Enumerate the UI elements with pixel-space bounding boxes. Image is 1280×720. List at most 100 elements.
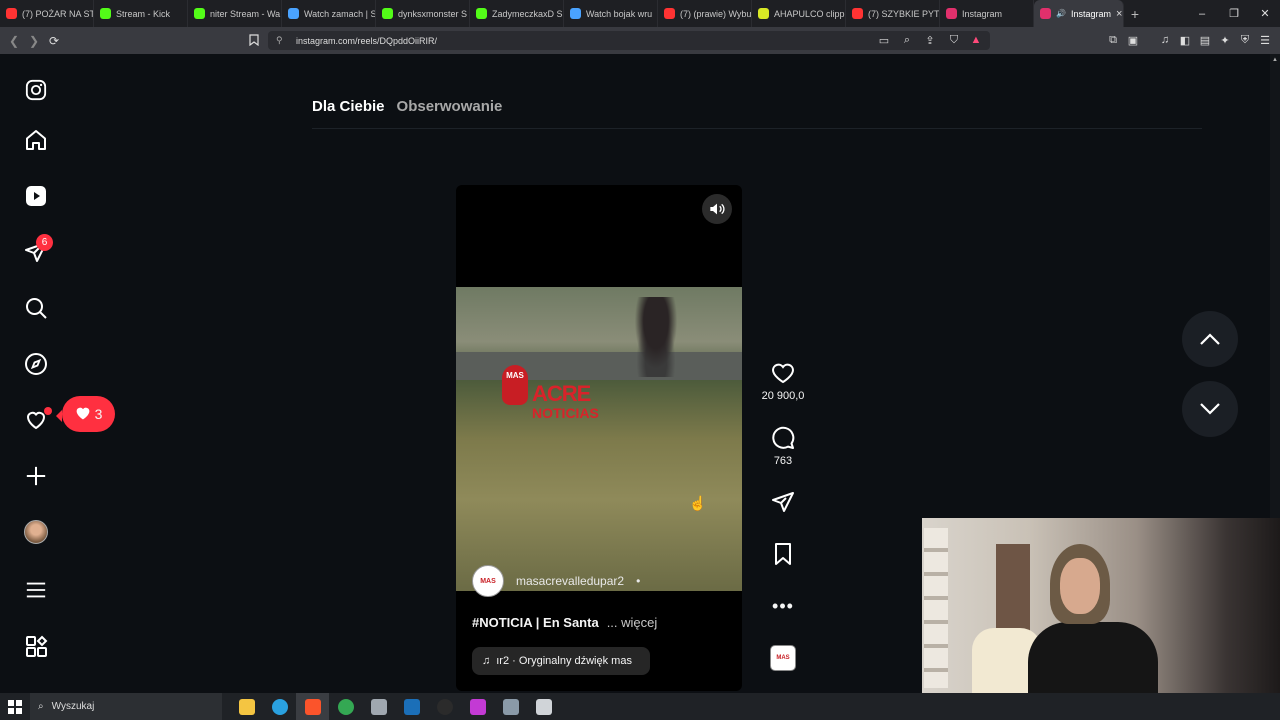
taskbar-app-chrome[interactable] bbox=[329, 693, 362, 720]
taskbar-app-brave[interactable] bbox=[296, 693, 329, 720]
taskbar-search[interactable]: ⌕ Wyszukaj bbox=[30, 693, 222, 720]
browser-tab[interactable]: ZadymeczkaxD S bbox=[470, 0, 564, 27]
more-link[interactable]: ... więcej bbox=[607, 615, 658, 630]
video-rider bbox=[631, 297, 681, 377]
share-paperplane-icon[interactable] bbox=[770, 489, 796, 515]
taskbar-app-edge[interactable] bbox=[263, 693, 296, 720]
taskbar-app-file-explorer[interactable] bbox=[230, 693, 263, 720]
comment-action[interactable]: 763 bbox=[757, 425, 809, 467]
hand-cursor-icon: ☝ bbox=[689, 495, 707, 511]
tab-favicon-icon bbox=[6, 8, 17, 19]
search-icon[interactable] bbox=[18, 290, 54, 326]
like-heart-icon[interactable] bbox=[770, 360, 796, 386]
create-icon[interactable] bbox=[18, 458, 54, 494]
more-dots-icon[interactable]: ••• bbox=[770, 593, 796, 619]
instagram-logo-icon[interactable] bbox=[18, 72, 54, 108]
brave-shield-icon[interactable]: ⛉ bbox=[946, 32, 962, 48]
taskbar-app-steam[interactable] bbox=[395, 693, 428, 720]
tab-for-you[interactable]: Dla Ciebie bbox=[312, 98, 385, 115]
cast-icon[interactable]: ▭ bbox=[876, 32, 892, 48]
explore-icon[interactable] bbox=[18, 346, 54, 382]
share-icon[interactable]: ⇪ bbox=[922, 32, 938, 48]
taskbar-app-app-9[interactable] bbox=[494, 693, 527, 720]
browser-tab[interactable]: dynksxmonster S bbox=[376, 0, 470, 27]
browser-tab[interactable]: (7) (prawie) Wybu bbox=[658, 0, 752, 27]
wallet2-icon[interactable]: ▤ bbox=[1197, 32, 1213, 48]
close-tab-icon[interactable]: × bbox=[1116, 8, 1122, 20]
browser-tab[interactable]: Watch zamach | S bbox=[282, 0, 376, 27]
browser-tab[interactable]: Instagram bbox=[940, 0, 1034, 27]
bookmark-icon[interactable] bbox=[246, 32, 262, 48]
likes-notification-pill[interactable]: 3 bbox=[56, 396, 115, 432]
site-info-icon[interactable]: ⚲ bbox=[276, 35, 283, 46]
owner-avatar[interactable]: MAS bbox=[472, 565, 504, 597]
start-button[interactable] bbox=[0, 693, 30, 720]
music-icon: ♫ bbox=[482, 655, 491, 667]
taskbar-app-app-8[interactable] bbox=[461, 693, 494, 720]
reel-player[interactable]: MAS ACRE NOTICIAS ☝ MAS masacrevalledupa… bbox=[456, 185, 742, 691]
comment-icon[interactable] bbox=[770, 425, 796, 451]
new-tab-button[interactable]: + bbox=[1124, 6, 1146, 22]
owner-username[interactable]: masacrevalledupar2 bbox=[516, 574, 624, 588]
sidebar-toggle-icon[interactable]: ◧ bbox=[1177, 32, 1193, 48]
tab-strip: (7) POŻAR NA STRE Stream - Kick niter Stre… bbox=[0, 0, 1124, 27]
share-action[interactable] bbox=[757, 489, 809, 515]
more-menu-icon[interactable] bbox=[18, 572, 54, 608]
leo-icon[interactable]: ✦ bbox=[1217, 32, 1233, 48]
forward-button[interactable]: ❯ bbox=[24, 31, 44, 51]
brave-rewards-icon[interactable]: ▲ bbox=[968, 32, 984, 48]
also-from-meta-icon[interactable] bbox=[18, 628, 54, 664]
volume-icon[interactable] bbox=[702, 194, 732, 224]
reel-video[interactable]: MAS ACRE NOTICIAS ☝ bbox=[456, 287, 742, 591]
feed-divider bbox=[312, 128, 1202, 129]
tab-title: (7) SZYBKIE PYTA bbox=[868, 8, 940, 19]
browser-tab[interactable]: Watch bojak wru bbox=[564, 0, 658, 27]
browser-tab[interactable]: niter Stream - Wa bbox=[188, 0, 282, 27]
reels-icon[interactable] bbox=[18, 178, 54, 214]
wallet-icon[interactable]: ▣ bbox=[1125, 32, 1141, 48]
taskbar-app-app-5[interactable] bbox=[362, 693, 395, 720]
back-button[interactable]: ❮ bbox=[4, 31, 24, 51]
reload-button[interactable]: ⟳ bbox=[44, 31, 64, 51]
tab-favicon-icon bbox=[100, 8, 111, 19]
messages-icon[interactable]: 6 bbox=[18, 234, 54, 270]
minimize-button[interactable]: – bbox=[1186, 0, 1218, 27]
save-action[interactable] bbox=[757, 541, 809, 567]
browser-tab[interactable]: (7) SZYBKIE PYTA bbox=[846, 0, 940, 27]
like-action[interactable]: 20 900,0 bbox=[757, 360, 809, 402]
feed-tabs: Dla Ciebie Obserwowanie bbox=[312, 98, 502, 115]
maximize-button[interactable]: ❐ bbox=[1218, 0, 1250, 27]
browser-tab[interactable]: Stream - Kick bbox=[94, 0, 188, 27]
audio-avatar[interactable]: MAS bbox=[770, 645, 796, 671]
tab-title: AHAPULCO clipp bbox=[774, 8, 845, 19]
tab-favicon-icon bbox=[288, 8, 299, 19]
media-icon[interactable]: ♫ bbox=[1157, 32, 1173, 48]
reel-owner[interactable]: MAS masacrevalledupar2 • bbox=[472, 565, 640, 597]
browser-tab[interactable]: AHAPULCO clipp bbox=[752, 0, 846, 27]
tab-title: Stream - Kick bbox=[116, 8, 171, 19]
zoom-icon[interactable]: ⌕ bbox=[899, 32, 915, 48]
extensions-icon[interactable]: ⧉ bbox=[1105, 32, 1121, 48]
more-options-action[interactable]: ••• bbox=[757, 593, 809, 619]
home-icon[interactable] bbox=[18, 122, 54, 158]
notifications-heart-icon[interactable] bbox=[18, 402, 54, 438]
likes-count: 3 bbox=[94, 406, 103, 422]
sidebar: 6 bbox=[0, 54, 72, 693]
audio-playing-icon[interactable]: 🔊 bbox=[1056, 9, 1066, 18]
browser-tab-active[interactable]: 🔊 Instagram × bbox=[1034, 0, 1124, 27]
vpn-icon[interactable]: ⛨ bbox=[1237, 32, 1253, 48]
browser-tab[interactable]: (7) POŻAR NA STRE bbox=[0, 0, 94, 27]
tab-title: dynksxmonster S bbox=[398, 8, 468, 19]
previous-reel-button[interactable] bbox=[1182, 311, 1238, 367]
next-reel-button[interactable] bbox=[1182, 381, 1238, 437]
close-window-button[interactable]: ✕ bbox=[1249, 0, 1280, 27]
file-explorer-icon bbox=[238, 698, 255, 715]
profile-avatar[interactable] bbox=[18, 514, 54, 550]
taskbar-app-app-10[interactable] bbox=[527, 693, 560, 720]
save-bookmark-icon[interactable] bbox=[770, 541, 796, 567]
taskbar-app-obs[interactable] bbox=[428, 693, 461, 720]
audio-pill[interactable]: ♫ ır2 · Oryginalny dźwięk mas bbox=[472, 647, 650, 675]
comment-count: 763 bbox=[773, 455, 793, 467]
menu-icon[interactable]: ☰ bbox=[1257, 32, 1273, 48]
tab-following[interactable]: Obserwowanie bbox=[397, 98, 503, 115]
